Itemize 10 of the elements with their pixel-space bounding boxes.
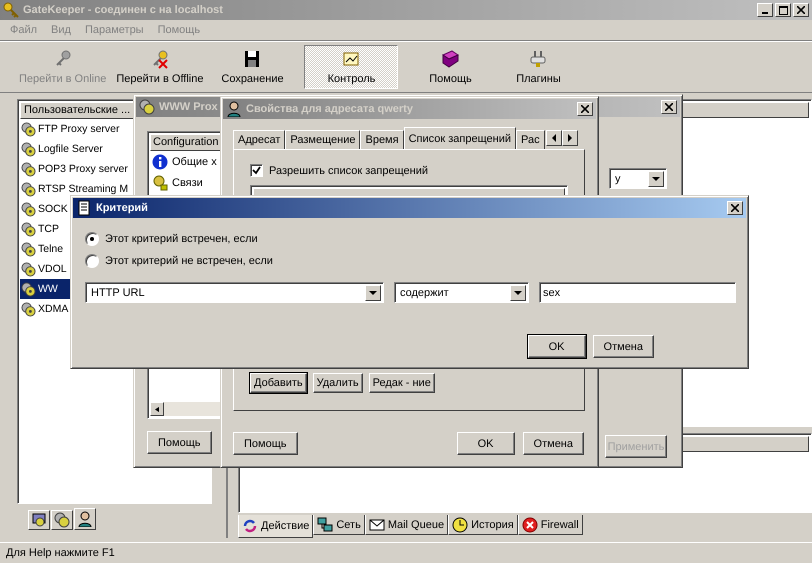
status-text: Для Help нажмите F1 [6,547,115,559]
window-title: GateKeeper - соединен с на localhost [23,4,223,16]
radio-label: Этот критерий не встречен, если [105,255,273,267]
combo-value: HTTP URL [90,286,146,298]
radio-label: Этот критерий встречен, если [105,233,258,245]
window-title: Критерий [96,202,148,214]
window-title: Свойства для адресата qwerty [246,103,413,115]
checkbox-label: Разрешить список запрещений [269,164,428,176]
combo-value: y [614,172,622,184]
combo-value: содержит [399,286,450,298]
